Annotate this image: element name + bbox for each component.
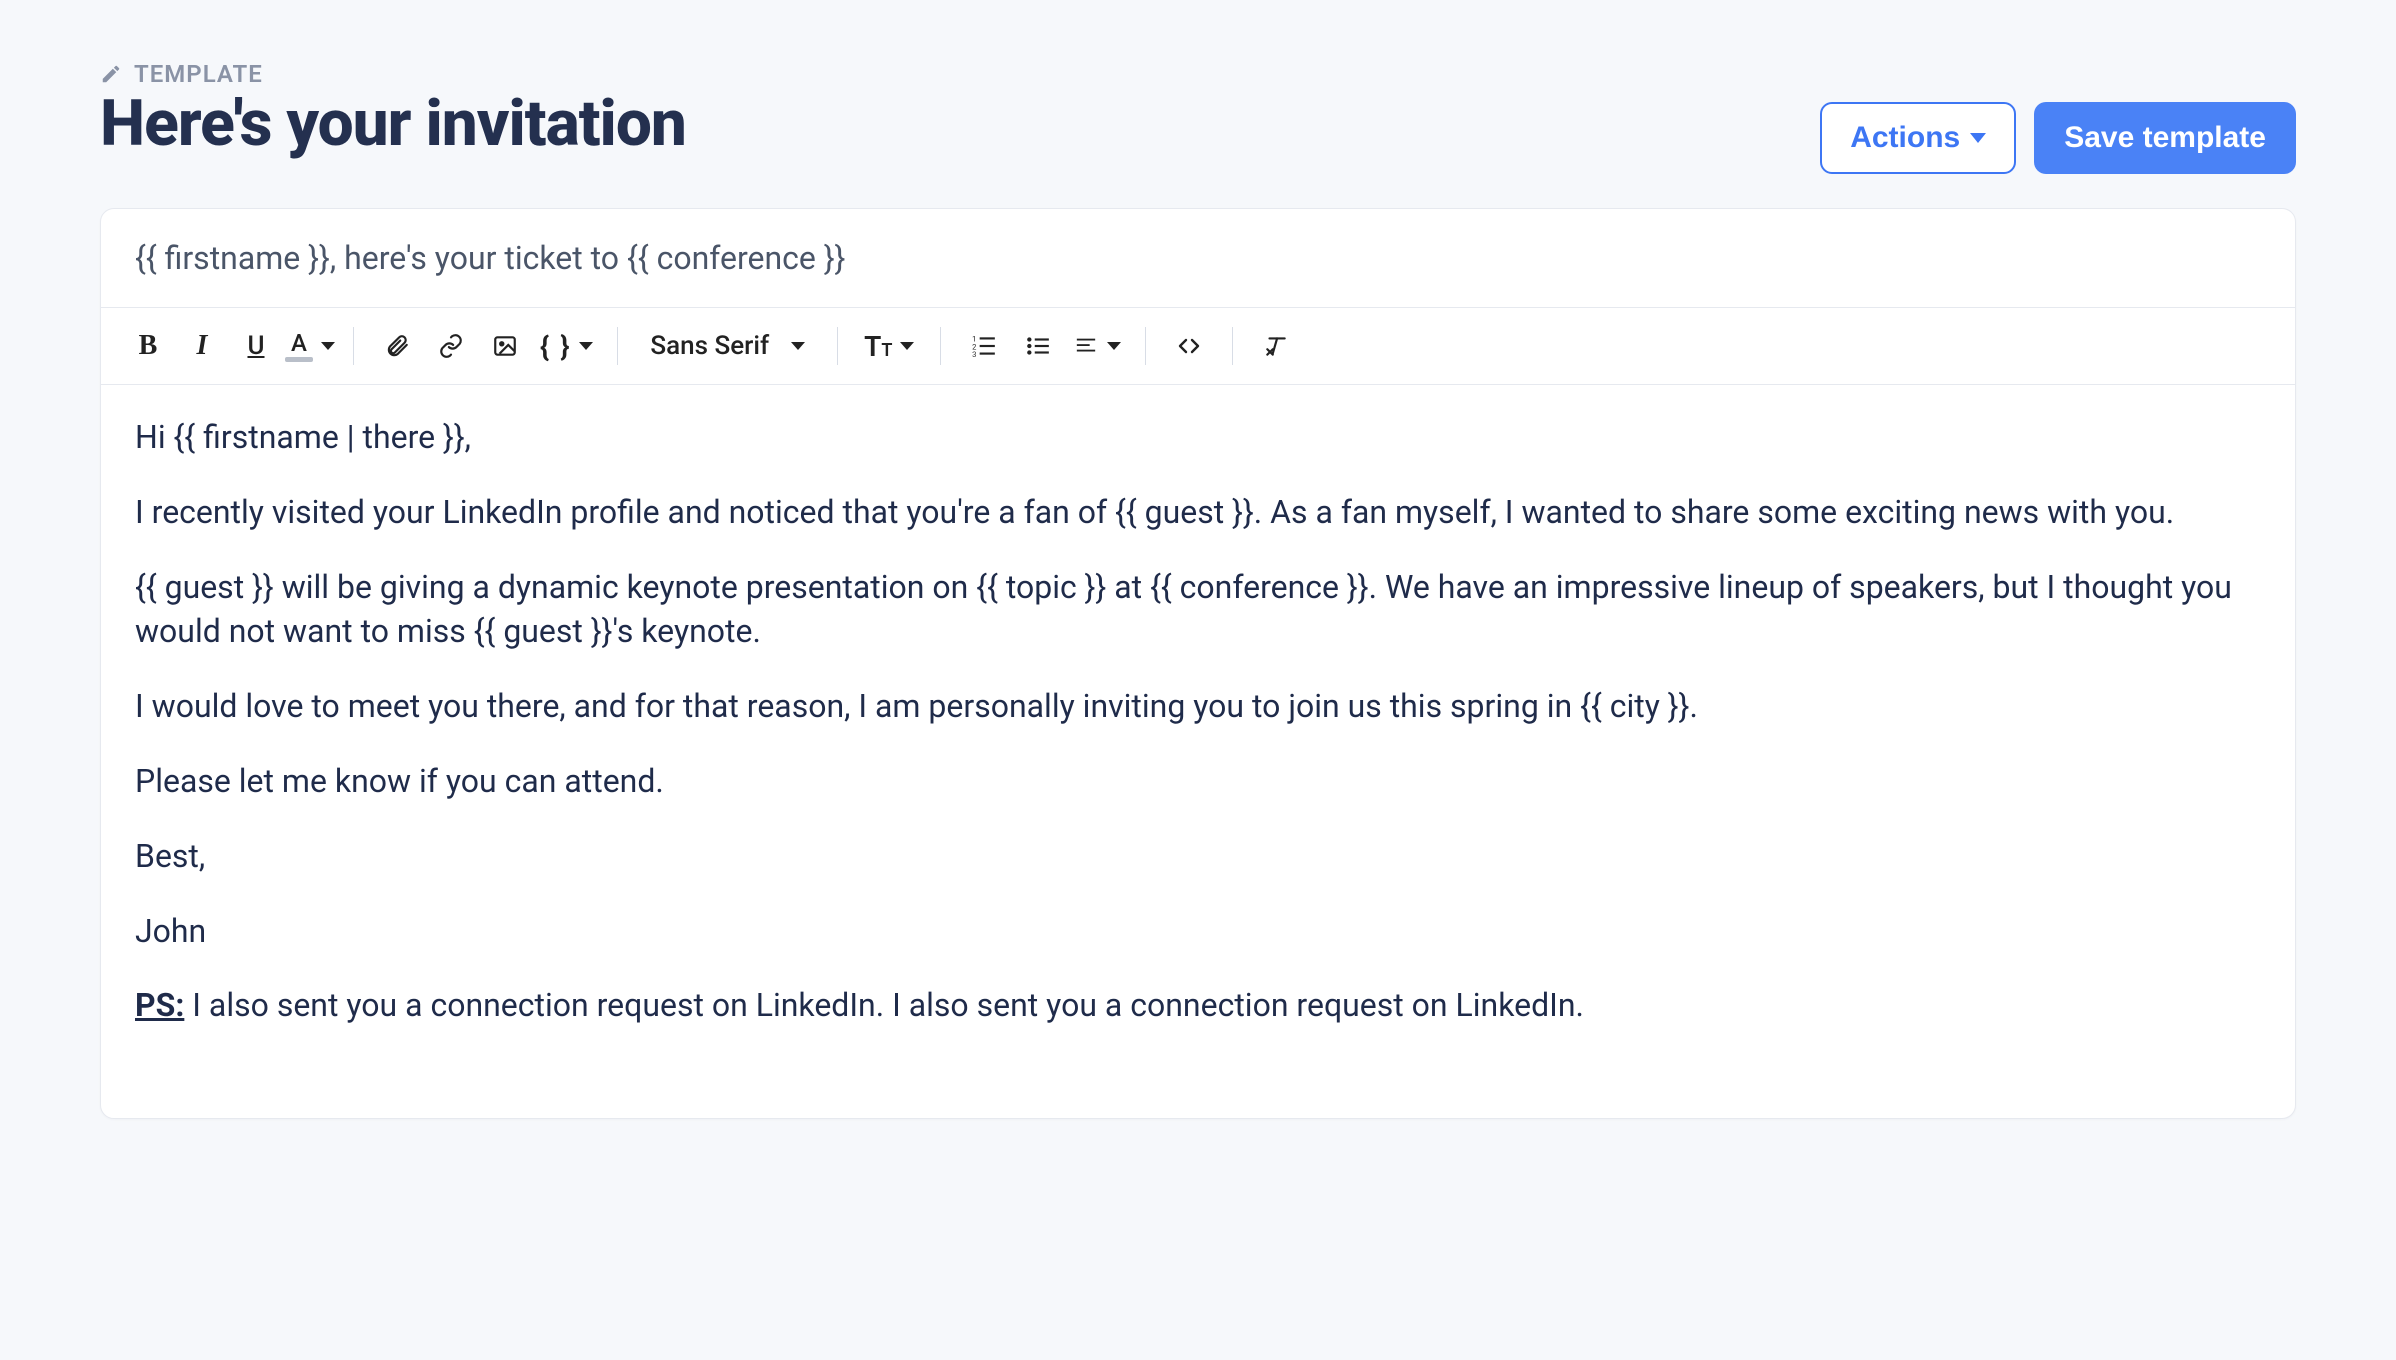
braces-icon: { }	[540, 330, 571, 363]
italic-button[interactable]: I	[177, 322, 227, 370]
attachment-button[interactable]	[372, 322, 422, 370]
caret-down-icon	[1970, 133, 1986, 143]
text-size-icon: TT	[864, 330, 892, 363]
unordered-list-button[interactable]	[1013, 322, 1063, 370]
clear-format-icon	[1262, 333, 1290, 359]
editor-body[interactable]: Hi {{ firstname | there }}, I recently v…	[101, 385, 2295, 1118]
italic-icon: I	[197, 330, 208, 362]
link-icon	[436, 333, 466, 359]
image-button[interactable]	[480, 322, 530, 370]
toolbar-separator	[617, 327, 618, 365]
toolbar-separator	[1145, 327, 1146, 365]
breadcrumb-label: TEMPLATE	[134, 60, 263, 88]
unordered-list-icon	[1024, 333, 1052, 359]
code-view-button[interactable]	[1164, 322, 1214, 370]
ps-label: PS:	[135, 986, 184, 1024]
link-button[interactable]	[426, 322, 476, 370]
underline-button[interactable]: U	[231, 322, 281, 370]
align-icon	[1073, 335, 1099, 357]
body-paragraph: Hi {{ firstname | there }},	[135, 415, 2261, 460]
pencil-icon	[100, 63, 122, 85]
body-paragraph: I would love to meet you there, and for …	[135, 684, 2261, 729]
variable-button[interactable]: { }	[534, 322, 599, 370]
toolbar-separator	[940, 327, 941, 365]
editor-toolbar: B I U A	[101, 308, 2295, 385]
body-paragraph: John	[135, 909, 2261, 954]
page-title: Here's your invitation	[100, 90, 1820, 157]
body-paragraph: Best,	[135, 834, 2261, 879]
bold-icon: B	[139, 330, 158, 362]
body-paragraph: PS: I also sent you a connection request…	[135, 983, 2261, 1028]
underline-icon: U	[247, 331, 264, 361]
caret-down-icon	[579, 342, 593, 350]
caret-down-icon	[321, 342, 335, 350]
toolbar-separator	[353, 327, 354, 365]
align-dropdown[interactable]	[1067, 322, 1127, 370]
ordered-list-button[interactable]: 123	[959, 322, 1009, 370]
editor-card: B I U A	[100, 208, 2296, 1119]
paperclip-icon	[384, 333, 410, 359]
font-family-dropdown[interactable]: Sans Serif	[636, 322, 819, 370]
image-icon	[492, 333, 518, 359]
text-color-button[interactable]: A	[285, 322, 335, 370]
caret-down-icon	[1107, 342, 1121, 350]
actions-dropdown[interactable]: Actions	[1820, 102, 2016, 174]
text-color-icon: A	[285, 331, 313, 362]
breadcrumb: TEMPLATE	[100, 60, 1820, 88]
subject-input[interactable]	[135, 239, 2261, 277]
ordered-list-icon: 123	[970, 333, 998, 359]
body-paragraph: {{ guest }} will be giving a dynamic key…	[135, 565, 2261, 655]
subject-row	[101, 209, 2295, 308]
save-label: Save template	[2064, 121, 2266, 155]
ps-text: I also sent you a connection request on …	[184, 986, 1584, 1024]
caret-down-icon	[791, 342, 805, 350]
toolbar-separator	[1232, 327, 1233, 365]
code-icon	[1174, 334, 1204, 358]
clear-formatting-button[interactable]	[1251, 322, 1301, 370]
toolbar-separator	[837, 327, 838, 365]
font-family-label: Sans Serif	[650, 331, 769, 361]
body-paragraph: Please let me know if you can attend.	[135, 759, 2261, 804]
page-header: TEMPLATE Here's your invitation Actions …	[100, 60, 2296, 174]
svg-text:3: 3	[973, 350, 977, 359]
bold-button[interactable]: B	[123, 322, 173, 370]
save-template-button[interactable]: Save template	[2034, 102, 2296, 174]
caret-down-icon	[900, 342, 914, 350]
font-size-dropdown[interactable]: TT	[856, 322, 922, 370]
actions-label: Actions	[1850, 121, 1960, 155]
body-paragraph: I recently visited your LinkedIn profile…	[135, 490, 2261, 535]
